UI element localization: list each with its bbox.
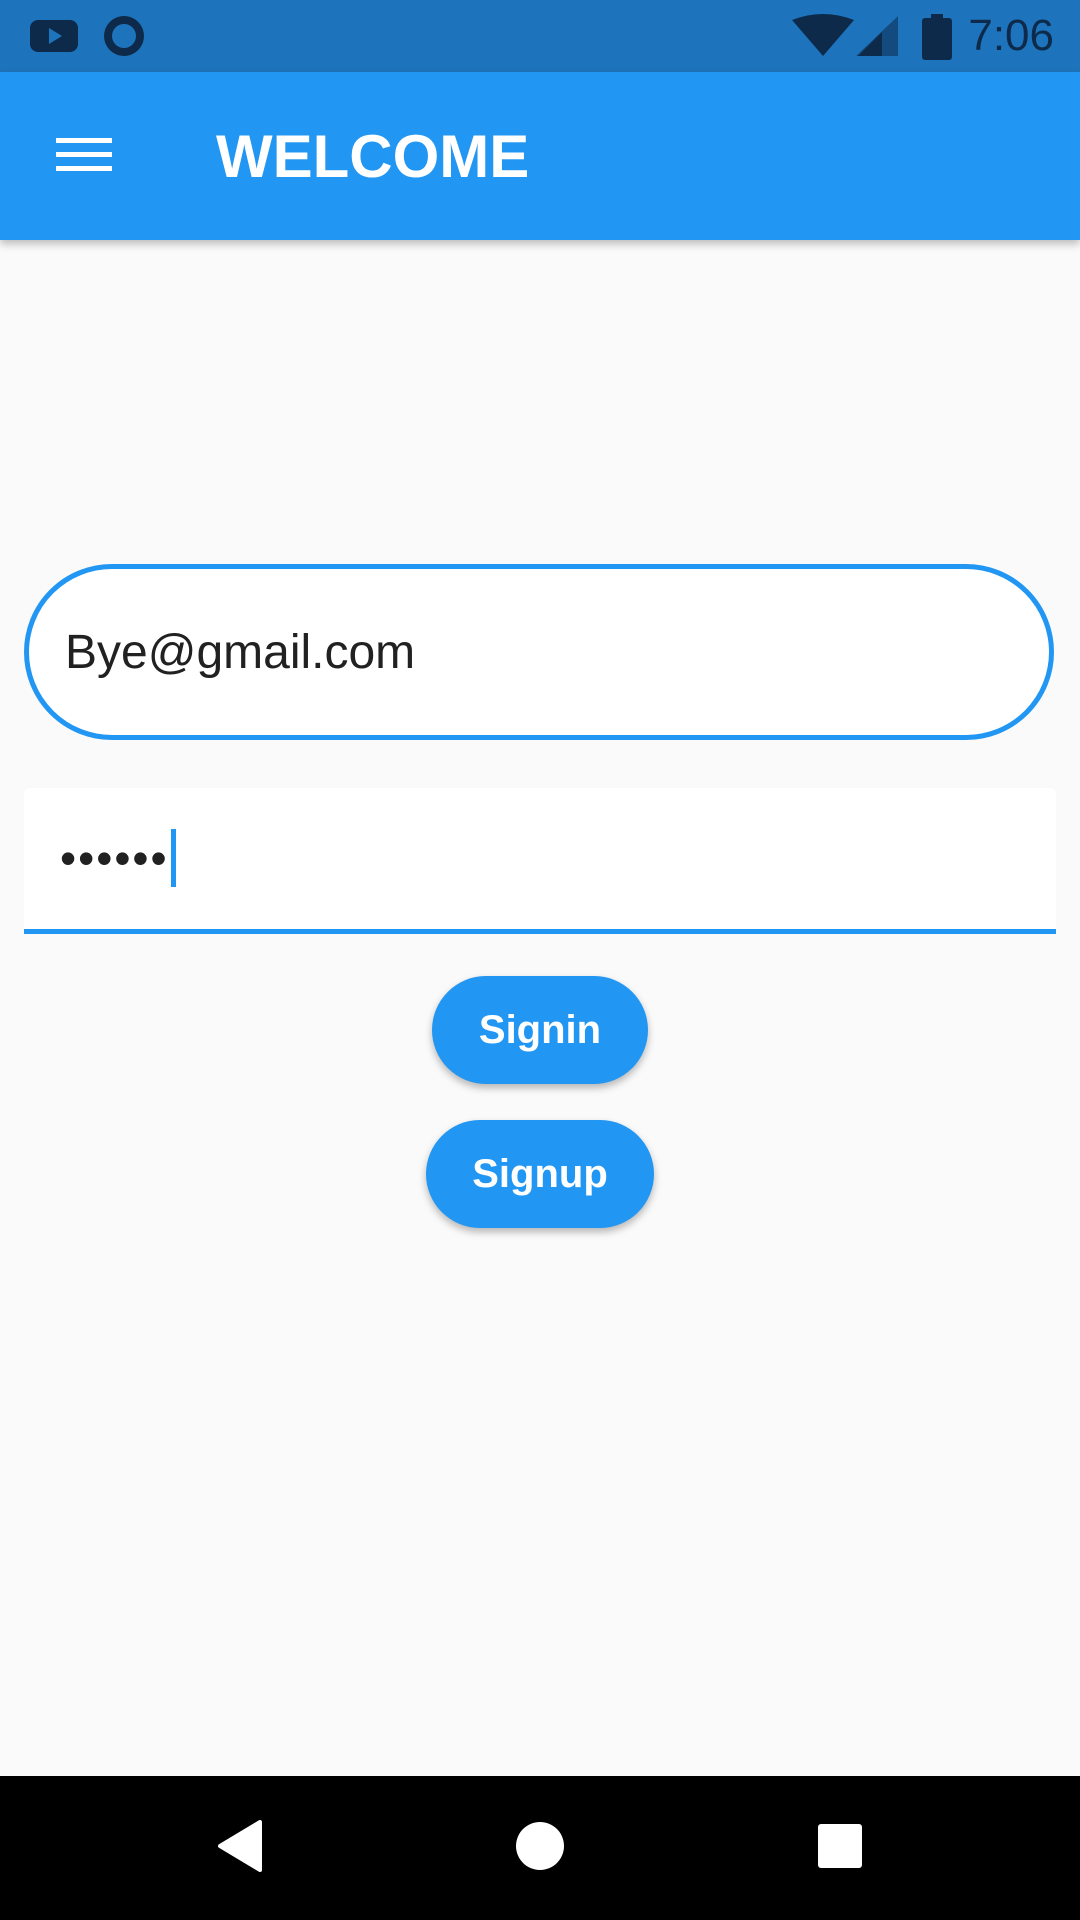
email-value: Bye@gmail.com xyxy=(65,626,416,679)
circle-notification-icon xyxy=(102,16,146,65)
password-field[interactable]: •••••• xyxy=(24,788,1056,934)
battery-icon xyxy=(922,14,952,65)
signup-button[interactable]: Signup xyxy=(426,1120,654,1228)
recents-icon xyxy=(817,1823,863,1874)
status-time: 7:06 xyxy=(968,11,1054,60)
menu-button[interactable] xyxy=(40,116,128,196)
back-button[interactable] xyxy=(200,1808,280,1888)
password-value: •••••• xyxy=(60,828,176,891)
wifi-icon xyxy=(792,14,854,63)
youtube-icon xyxy=(30,16,78,61)
signin-button[interactable]: Signin xyxy=(432,976,648,1084)
system-nav-bar xyxy=(0,1776,1080,1920)
text-cursor xyxy=(170,828,176,887)
cell-signal-icon xyxy=(852,14,898,63)
email-field[interactable]: Bye@gmail.com xyxy=(24,564,1054,740)
status-bar: 7:06 xyxy=(0,0,1080,72)
home-button[interactable] xyxy=(500,1808,580,1888)
back-icon xyxy=(216,1819,264,1877)
page-title: WELCOME xyxy=(216,123,530,190)
hamburger-menu-icon xyxy=(56,134,112,179)
recents-button[interactable] xyxy=(800,1808,880,1888)
home-icon xyxy=(514,1820,566,1877)
app-bar: WELCOME xyxy=(0,72,1080,240)
